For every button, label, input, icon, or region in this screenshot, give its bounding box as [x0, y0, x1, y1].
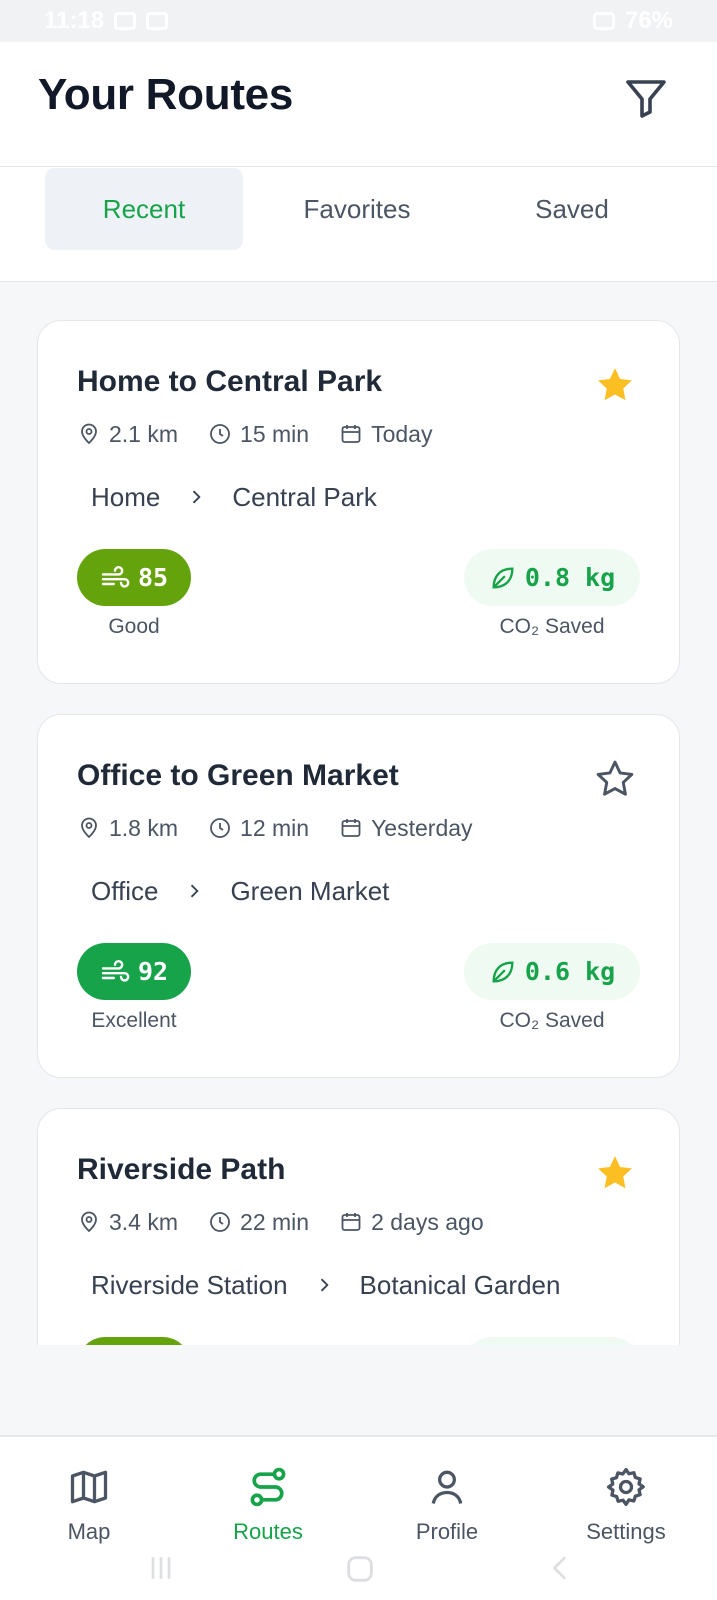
settings-icon: [606, 1467, 645, 1507]
favorite-button[interactable]: [593, 1151, 637, 1195]
route-destination: Central Park: [232, 481, 377, 512]
clock-icon: [210, 818, 230, 838]
route-title: Home to Central Park: [77, 365, 383, 398]
aqi-badge: [77, 1337, 191, 1345]
route-date: 2 days ago: [371, 1208, 484, 1235]
star-outline-icon: [596, 760, 634, 796]
chevron-right-icon: [191, 884, 200, 898]
route-card[interactable]: Office to Green Market 1.8 km 12 min Yes…: [37, 714, 680, 1078]
app-header: Your Routes: [0, 42, 717, 167]
favorite-button[interactable]: [593, 363, 637, 407]
route-origin: Home: [91, 481, 161, 512]
route-title: Riverside Path: [77, 1153, 286, 1186]
status-bar: 11:18 76%: [0, 0, 717, 42]
route-distance: 1.8 km: [109, 814, 179, 841]
route-path: Riverside Station Botanical Garden: [91, 1267, 560, 1303]
star-filled-icon: [598, 368, 632, 401]
calendar-icon: [341, 819, 361, 837]
aqi-value: 92: [137, 957, 169, 986]
co2-value: 0.8 kg: [524, 563, 616, 592]
co2-badge: 0.6 kg: [464, 943, 640, 1000]
clock-icon: [210, 1212, 230, 1232]
aqi-badge: 92: [77, 943, 191, 1000]
route-path: Office Green Market: [91, 873, 389, 909]
chevron-right-icon: [320, 1278, 329, 1292]
co2-value: 0.6 kg: [524, 957, 616, 986]
profile-icon: [431, 1470, 463, 1504]
aqi-label: Excellent: [91, 1009, 177, 1032]
star-filled-icon: [598, 1156, 632, 1189]
nav-map[interactable]: Map: [4, 1465, 174, 1565]
route-origin: Riverside Station: [91, 1269, 288, 1300]
route-duration: 15 min: [240, 420, 310, 447]
route-duration: 12 min: [240, 814, 310, 841]
calendar-icon: [341, 1213, 361, 1231]
wind-icon: [101, 959, 130, 982]
nav-routes[interactable]: Routes: [183, 1465, 353, 1565]
notification-icon: [146, 12, 169, 30]
bottom-nav: Map Routes Profile Settings: [0, 1435, 717, 1600]
leaf-icon: [492, 960, 514, 983]
tab-recent[interactable]: Recent: [45, 168, 243, 250]
leaf-icon: [492, 566, 514, 589]
status-time: 11:18: [44, 7, 105, 34]
favorite-button[interactable]: [593, 757, 637, 801]
route-date: Yesterday: [371, 814, 473, 841]
nav-map-label: Map: [67, 1519, 111, 1544]
page-title: Your Routes: [38, 70, 294, 119]
route-meta: 1.8 km 12 min Yesterday: [77, 813, 503, 843]
wifi-icon: [592, 12, 615, 30]
route-destination: Botanical Garden: [359, 1269, 561, 1300]
co2-label: CO₂ Saved: [499, 615, 605, 638]
location-pin-icon: [81, 1211, 97, 1233]
route-card[interactable]: Riverside Path 3.4 km 22 min 2 days ago …: [37, 1108, 680, 1345]
co2-badge: 0.8 kg: [464, 549, 640, 606]
tab-favorites[interactable]: Favorites: [258, 168, 456, 250]
clock-icon: [210, 424, 230, 444]
route-list[interactable]: Home to Central Park 2.1 km 15 min Today…: [0, 282, 717, 1345]
route-distance: 2.1 km: [109, 420, 179, 447]
co2-badge: [464, 1337, 640, 1345]
nav-profile[interactable]: Profile: [362, 1465, 532, 1565]
nav-routes-label: Routes: [233, 1519, 303, 1544]
nav-settings-label: Settings: [586, 1519, 666, 1544]
route-origin: Office: [91, 875, 159, 906]
route-duration: 22 min: [240, 1208, 310, 1235]
battery-level: 76%: [624, 7, 673, 34]
aqi-badge: 85: [77, 549, 191, 606]
route-destination: Green Market: [230, 875, 390, 906]
aqi-label: Good: [108, 615, 160, 638]
route-date: Today: [371, 420, 433, 447]
route-tabs: Recent Favorites Saved: [0, 167, 717, 282]
route-meta: 3.4 km 22 min 2 days ago: [77, 1207, 514, 1237]
notification-icon: [114, 12, 137, 30]
nav-settings[interactable]: Settings: [541, 1465, 711, 1565]
route-title: Office to Green Market: [77, 759, 399, 792]
location-pin-icon: [81, 423, 97, 445]
co2-label: CO₂ Saved: [499, 1009, 605, 1032]
filter-icon: [626, 80, 666, 118]
aqi-value: 85: [137, 563, 169, 592]
map-icon: [70, 1470, 108, 1504]
calendar-icon: [341, 425, 361, 443]
route-path: Home Central Park: [91, 479, 377, 515]
route-distance: 3.4 km: [109, 1208, 179, 1235]
chevron-right-icon: [193, 490, 201, 504]
tab-saved[interactable]: Saved: [473, 168, 671, 250]
wind-icon: [101, 565, 130, 588]
routes-icon: [250, 1467, 286, 1507]
route-meta: 2.1 km 15 min Today: [77, 419, 462, 449]
filter-button[interactable]: [622, 74, 670, 122]
route-card[interactable]: Home to Central Park 2.1 km 15 min Today…: [37, 320, 680, 684]
nav-profile-label: Profile: [415, 1519, 479, 1544]
location-pin-icon: [81, 817, 97, 839]
